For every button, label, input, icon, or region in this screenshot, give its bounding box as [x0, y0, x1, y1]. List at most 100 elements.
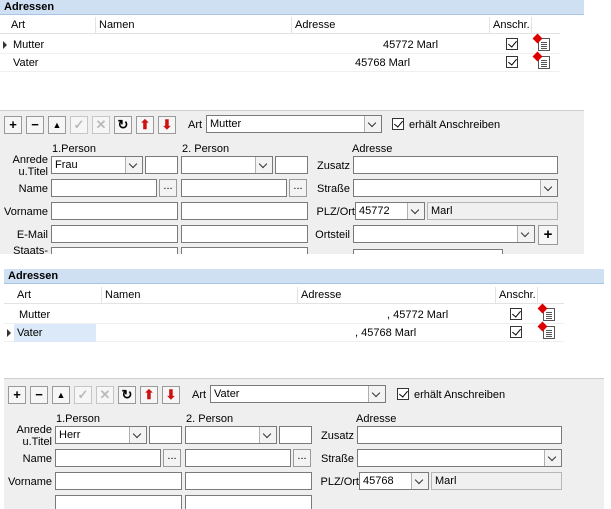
plz-select[interactable]: 45768 [359, 472, 429, 490]
chevron-down-icon[interactable] [129, 427, 146, 443]
cell-adresse: 45772 Marl [383, 39, 439, 51]
adresse-header: Adresse [356, 413, 397, 425]
chevron-down-icon[interactable] [368, 386, 385, 402]
addresses-panel-bottom: Adressen Art Namen Adresse Anschr. Mutte… [4, 269, 604, 509]
chevron-down-icon[interactable] [407, 203, 424, 219]
name-input-person2[interactable] [181, 179, 287, 197]
vorname-input-person1[interactable] [55, 472, 182, 490]
zusatz-input[interactable] [353, 156, 558, 174]
cancel-button[interactable]: ✕ [96, 386, 114, 404]
remove-button[interactable]: − [26, 116, 44, 134]
document-icon[interactable] [537, 303, 555, 321]
chevron-down-icon[interactable] [259, 427, 276, 443]
table-row[interactable]: Mutter 45772 Marl [0, 33, 560, 54]
extra-input-person1[interactable] [55, 495, 182, 509]
strasse-select[interactable] [353, 179, 558, 197]
art-select-value: Vater [214, 388, 240, 400]
zusatz-label: Zusatz [316, 160, 350, 172]
titel-input-person2[interactable] [275, 156, 308, 174]
table-row[interactable]: Mutter , 45772 Marl [4, 303, 564, 324]
remove-button[interactable]: − [30, 386, 48, 404]
name-lookup-button-person1[interactable]: ... [159, 179, 177, 197]
document-icon[interactable] [532, 33, 550, 51]
add-button[interactable]: + [8, 386, 26, 404]
move-up-button[interactable]: ▲ [52, 386, 70, 404]
email-input-person2[interactable] [181, 225, 308, 243]
confirm-button[interactable]: ✓ [70, 116, 88, 134]
add-ortsteil-button[interactable]: + [538, 225, 558, 245]
move-up-button[interactable]: ▲ [48, 116, 66, 134]
column-header-anschr[interactable]: Anschr. [490, 17, 532, 34]
chevron-down-icon[interactable] [411, 473, 428, 489]
anschreiben-checkbox[interactable] [510, 326, 522, 338]
erhaelt-anschreiben-checkbox[interactable] [392, 118, 404, 130]
staats-select-person2[interactable] [181, 247, 308, 254]
ortsteil-select[interactable] [353, 225, 535, 243]
name-input-person1[interactable] [51, 179, 157, 197]
anschreiben-checkbox[interactable] [506, 56, 518, 68]
chevron-down-icon[interactable] [364, 116, 381, 132]
chevron-down-icon[interactable] [544, 450, 561, 466]
address-extra-input[interactable] [353, 249, 503, 254]
chevron-down-icon[interactable] [540, 180, 557, 196]
cancel-button[interactable]: ✕ [92, 116, 110, 134]
name-lookup-button-person1[interactable]: ... [163, 449, 181, 467]
name-input-person1[interactable] [55, 449, 161, 467]
chevron-down-icon[interactable] [517, 226, 534, 242]
anschreiben-checkbox[interactable] [506, 38, 518, 50]
anrede-select-person2[interactable] [181, 156, 273, 174]
column-header-art[interactable]: Art [14, 287, 102, 304]
plz-select[interactable]: 45772 [355, 202, 425, 220]
refresh-button[interactable]: ↻ [114, 116, 132, 134]
art-label: Art [188, 119, 203, 131]
move-row-up-button[interactable]: ⬆ [136, 116, 154, 134]
table-row[interactable]: Vater 45768 Marl [0, 51, 560, 72]
row-indicator-icon [7, 329, 11, 337]
column-header-anschr[interactable]: Anschr. [496, 287, 538, 304]
move-row-down-button[interactable]: ⬇ [158, 116, 176, 134]
move-row-down-button[interactable]: ⬇ [162, 386, 180, 404]
erhaelt-anschreiben-checkbox[interactable] [397, 388, 409, 400]
staats-label: Staats- [13, 245, 48, 254]
strasse-label: Straße [316, 183, 350, 195]
strasse-select[interactable] [357, 449, 562, 467]
refresh-button[interactable]: ↻ [118, 386, 136, 404]
add-button[interactable]: + [4, 116, 22, 134]
name-lookup-button-person2[interactable]: ... [289, 179, 307, 197]
anrede-select-value: Herr [59, 429, 81, 441]
titel-input-person1[interactable] [149, 426, 182, 444]
erhaelt-anschreiben-label: erhält Anschreiben [414, 389, 506, 401]
column-header-namen[interactable]: Namen [96, 17, 292, 34]
cell-art: Vater [13, 57, 39, 69]
staats-select-person1[interactable] [51, 247, 178, 254]
anschreiben-checkbox[interactable] [510, 308, 522, 320]
extra-input-person2[interactable] [185, 495, 312, 509]
column-header-namen[interactable]: Namen [102, 287, 298, 304]
anrede-select-person1[interactable]: Herr [55, 426, 147, 444]
vorname-input-person1[interactable] [51, 202, 178, 220]
vorname-input-person2[interactable] [185, 472, 312, 490]
name-input-person2[interactable] [185, 449, 291, 467]
anrede-select-person1[interactable]: Frau [51, 156, 143, 174]
vorname-input-person2[interactable] [181, 202, 308, 220]
cell-adresse: , 45768 Marl [355, 327, 417, 339]
column-header-adresse[interactable]: Adresse [292, 17, 490, 34]
titel-input-person1[interactable] [145, 156, 178, 174]
table-row[interactable]: Vater , 45768 Marl [4, 321, 564, 342]
email-input-person1[interactable] [51, 225, 178, 243]
column-header-art[interactable]: Art [8, 17, 96, 34]
confirm-button[interactable]: ✓ [74, 386, 92, 404]
document-icon[interactable] [532, 51, 550, 69]
chevron-down-icon[interactable] [255, 157, 272, 173]
art-select[interactable]: Mutter [206, 115, 382, 133]
name-lookup-button-person2[interactable]: ... [293, 449, 311, 467]
document-icon[interactable] [537, 321, 555, 339]
anrede-select-value: Frau [55, 159, 78, 171]
column-header-adresse[interactable]: Adresse [298, 287, 496, 304]
chevron-down-icon[interactable] [125, 157, 142, 173]
anrede-select-person2[interactable] [185, 426, 277, 444]
art-select[interactable]: Vater [210, 385, 386, 403]
titel-input-person2[interactable] [279, 426, 312, 444]
zusatz-input[interactable] [357, 426, 562, 444]
move-row-up-button[interactable]: ⬆ [140, 386, 158, 404]
